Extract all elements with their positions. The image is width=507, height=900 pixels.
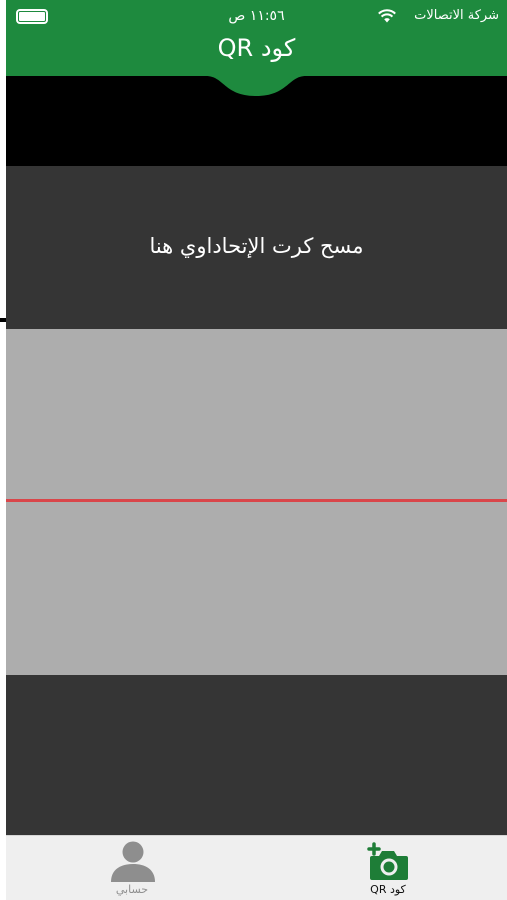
scan-line [6, 499, 507, 502]
scan-overlay-bottom [6, 675, 507, 835]
person-icon [111, 841, 155, 882]
carrier-name: شركة الاتصالات [414, 8, 499, 23]
tab-label-my-account: حسابي [115, 883, 149, 896]
scan-instruction: مسح كرت الإتحاداوي هنا [149, 234, 364, 258]
camera-add-icon [367, 842, 408, 880]
tab-bar: حسابي كود QR [6, 835, 507, 900]
header: ١١:٥٦ ص شركة الاتصالات كود QR [6, 0, 507, 76]
tab-qr-code[interactable]: كود QR [308, 836, 468, 900]
page-title: كود QR [217, 34, 296, 62]
wifi-icon [378, 9, 396, 23]
status-bar: ١١:٥٦ ص شركة الاتصالات [6, 0, 507, 32]
tab-label-qr-code: كود QR [370, 883, 406, 896]
header-notch [6, 74, 507, 96]
app-screen: ١١:٥٦ ص شركة الاتصالات كود QR مسح كرت ال… [6, 0, 507, 900]
tab-my-account[interactable]: حسابي [52, 836, 212, 900]
scan-window [6, 329, 507, 675]
